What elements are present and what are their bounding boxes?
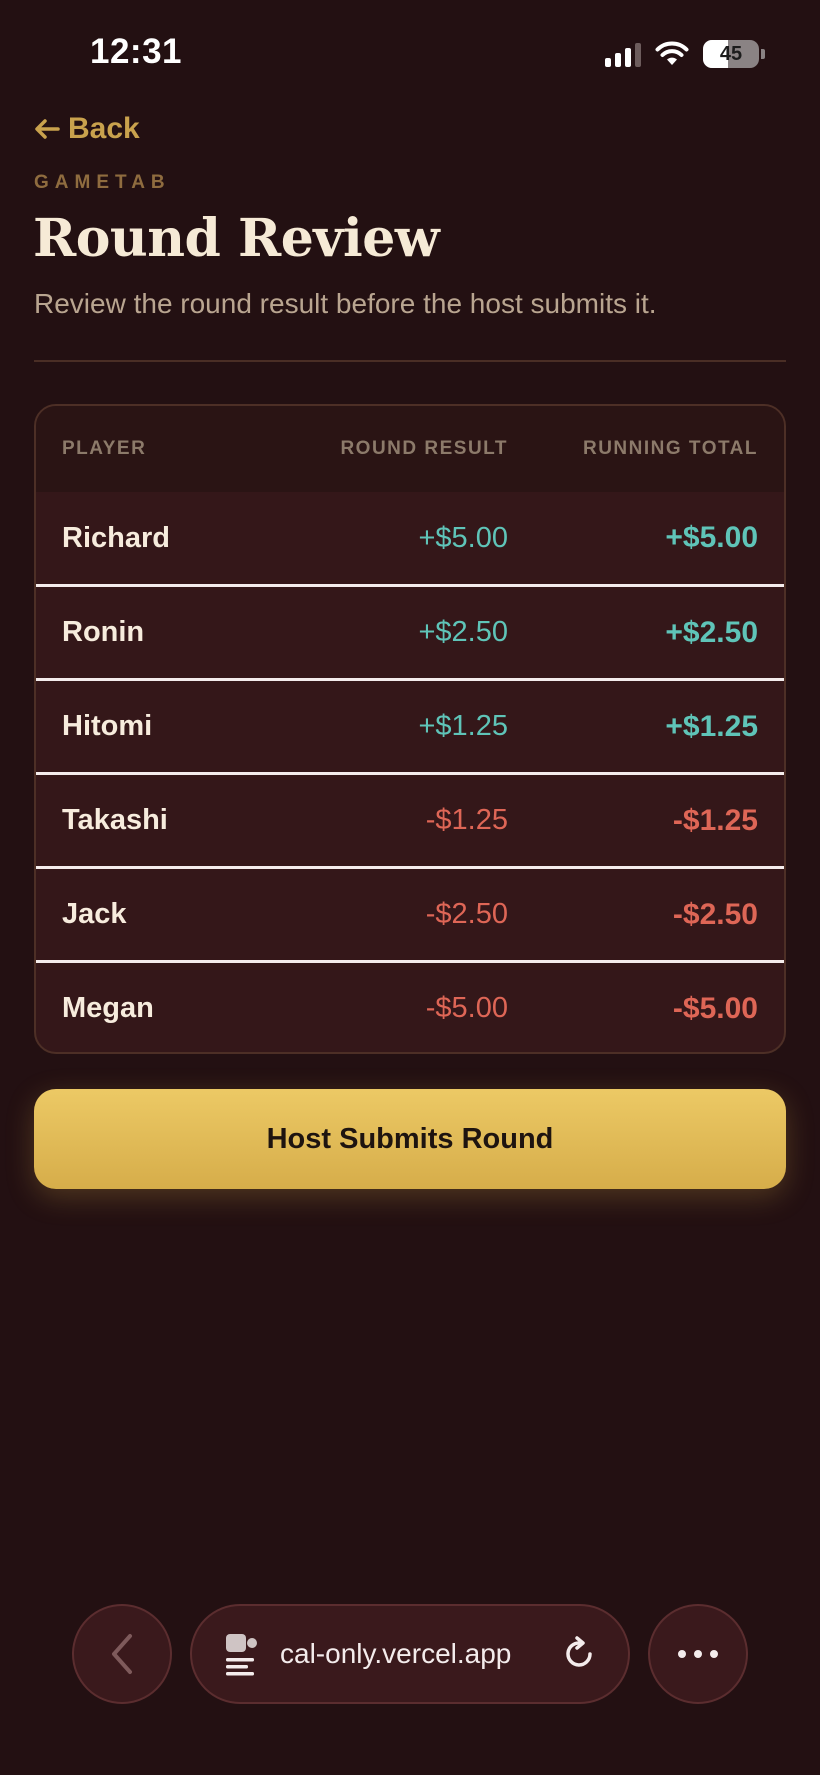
battery-cap xyxy=(761,49,765,59)
running-total: -$1.25 xyxy=(672,803,758,837)
player-name: Megan xyxy=(62,992,154,1024)
reload-icon[interactable] xyxy=(562,1636,598,1672)
round-result: -$1.25 xyxy=(425,804,508,836)
table-row: Megan -$5.00 -$5.00 xyxy=(36,960,784,1052)
running-total: +$2.50 xyxy=(665,615,758,649)
host-submit-round-button[interactable]: Host Submits Round xyxy=(34,1089,786,1189)
battery-level: 45 xyxy=(719,42,743,65)
chevron-left-icon xyxy=(112,1634,132,1674)
signal-icon xyxy=(605,41,641,67)
round-result: +$1.25 xyxy=(418,710,508,742)
column-header-player: PLAYER xyxy=(62,438,147,459)
player-name: Ronin xyxy=(62,616,145,648)
back-label: Back xyxy=(68,112,140,145)
round-result: -$5.00 xyxy=(425,992,508,1024)
status-time: 12:31 xyxy=(90,32,183,71)
back-link[interactable]: Back xyxy=(34,112,140,146)
player-name: Hitomi xyxy=(62,710,153,742)
running-total: -$2.50 xyxy=(672,897,758,931)
app-eyebrow: GAMETAB xyxy=(34,172,171,193)
table-row: Richard +$5.00 +$5.00 xyxy=(36,492,784,584)
battery-group: 45 xyxy=(703,40,765,68)
status-bar: 12:31 45 xyxy=(0,0,820,110)
results-table: PLAYER ROUND RESULT RUNNING TOTAL Richar… xyxy=(34,404,786,1054)
page-title: Round Review xyxy=(33,208,440,269)
status-icons: 45 xyxy=(605,38,765,70)
battery-icon: 45 xyxy=(703,40,759,68)
table-row: Hitomi +$1.25 +$1.25 xyxy=(36,678,784,772)
more-icon xyxy=(678,1650,686,1658)
column-header-running-total: RUNNING TOTAL xyxy=(582,438,758,459)
more-button[interactable] xyxy=(648,1604,748,1704)
player-name: Jack xyxy=(62,898,127,930)
table-row: Ronin +$2.50 +$2.50 xyxy=(36,584,784,678)
round-result: +$5.00 xyxy=(418,521,508,554)
running-total: -$5.00 xyxy=(672,991,758,1025)
more-icon xyxy=(710,1650,718,1658)
wifi-icon xyxy=(655,41,689,65)
more-icon xyxy=(694,1650,702,1658)
arrow-left-icon xyxy=(35,119,60,139)
page-subtitle: Review the round result before the host … xyxy=(34,288,657,319)
table-header: PLAYER ROUND RESULT RUNNING TOTAL xyxy=(36,406,784,492)
column-header-round-result: ROUND RESULT xyxy=(340,438,508,459)
running-total: +$1.25 xyxy=(665,709,758,743)
round-result: -$2.50 xyxy=(425,898,508,930)
player-name: Takashi xyxy=(62,804,168,836)
table-row: Jack -$2.50 -$2.50 xyxy=(36,866,784,960)
address-bar[interactable]: cal-only.vercel.app xyxy=(190,1604,630,1704)
divider xyxy=(34,360,786,362)
player-name: Richard xyxy=(62,521,170,554)
url-text: cal-only.vercel.app xyxy=(280,1638,512,1669)
table-row: Takashi -$1.25 -$1.25 xyxy=(36,772,784,866)
round-result: +$2.50 xyxy=(418,616,508,648)
browser-back-button[interactable] xyxy=(72,1604,172,1704)
page-settings-icon xyxy=(226,1634,257,1676)
running-total: +$5.00 xyxy=(665,521,758,554)
